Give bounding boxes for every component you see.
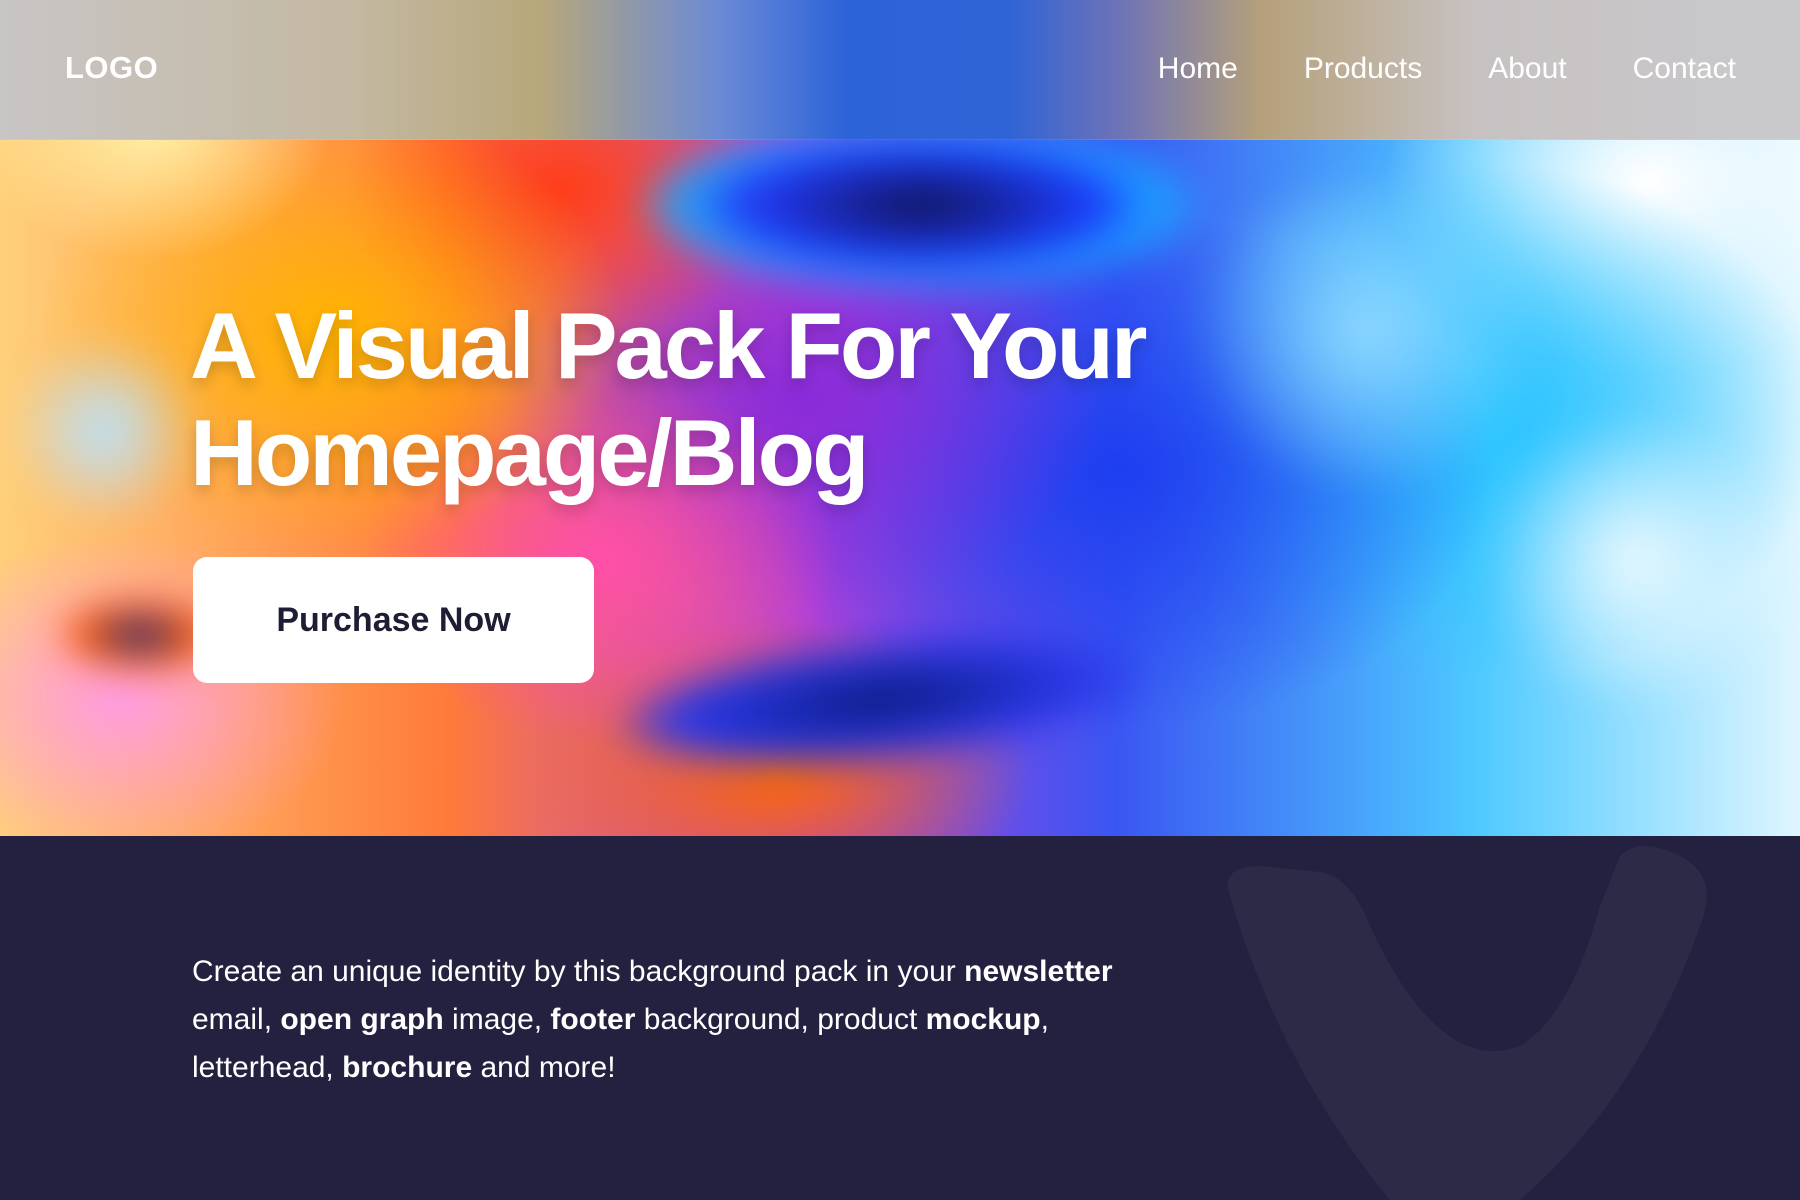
description-keyword: open graph: [280, 1003, 444, 1036]
paint-swirl-top: [640, 120, 1200, 290]
nav-link-home[interactable]: Home: [1158, 52, 1238, 86]
pack-description: Create an unique identity by this backgr…: [192, 948, 1152, 1092]
description-text: and more!: [472, 1051, 616, 1084]
nav-link-contact[interactable]: Contact: [1633, 52, 1736, 86]
description-text: background, product: [635, 1003, 926, 1036]
purchase-now-button[interactable]: Purchase Now: [193, 557, 594, 683]
site-logo[interactable]: LOGO: [65, 50, 158, 86]
description-text: image,: [443, 1003, 551, 1036]
top-navbar: LOGO Home Products About Contact: [0, 0, 1800, 140]
hero-headline-line1: A Visual Pack For Your: [190, 293, 1147, 398]
description-keyword: newsletter: [964, 955, 1113, 988]
description-keyword: brochure: [342, 1051, 473, 1084]
hero-headline: A Visual Pack For Your Homepage/Blog: [190, 292, 1147, 506]
decorative-chevron-shape: [1228, 846, 1707, 1200]
hero-headline-line2: Homepage/Blog: [190, 400, 870, 506]
description-keyword: mockup: [925, 1003, 1041, 1036]
paint-blob-left: [0, 340, 210, 520]
paint-highlight-right: [1470, 420, 1800, 700]
info-section: Create an unique identity by this backgr…: [0, 836, 1800, 1200]
nav-link-about[interactable]: About: [1488, 52, 1566, 86]
nav-menu: Home Products About Contact: [1158, 52, 1736, 86]
description-text: email,: [192, 1003, 281, 1036]
paint-blob-right: [1180, 180, 1560, 480]
description-keyword: footer: [550, 1003, 636, 1036]
description-text: Create an unique identity by this backgr…: [192, 955, 965, 988]
paint-stroke-bottom: [615, 613, 1145, 787]
nav-link-products[interactable]: Products: [1304, 52, 1422, 86]
